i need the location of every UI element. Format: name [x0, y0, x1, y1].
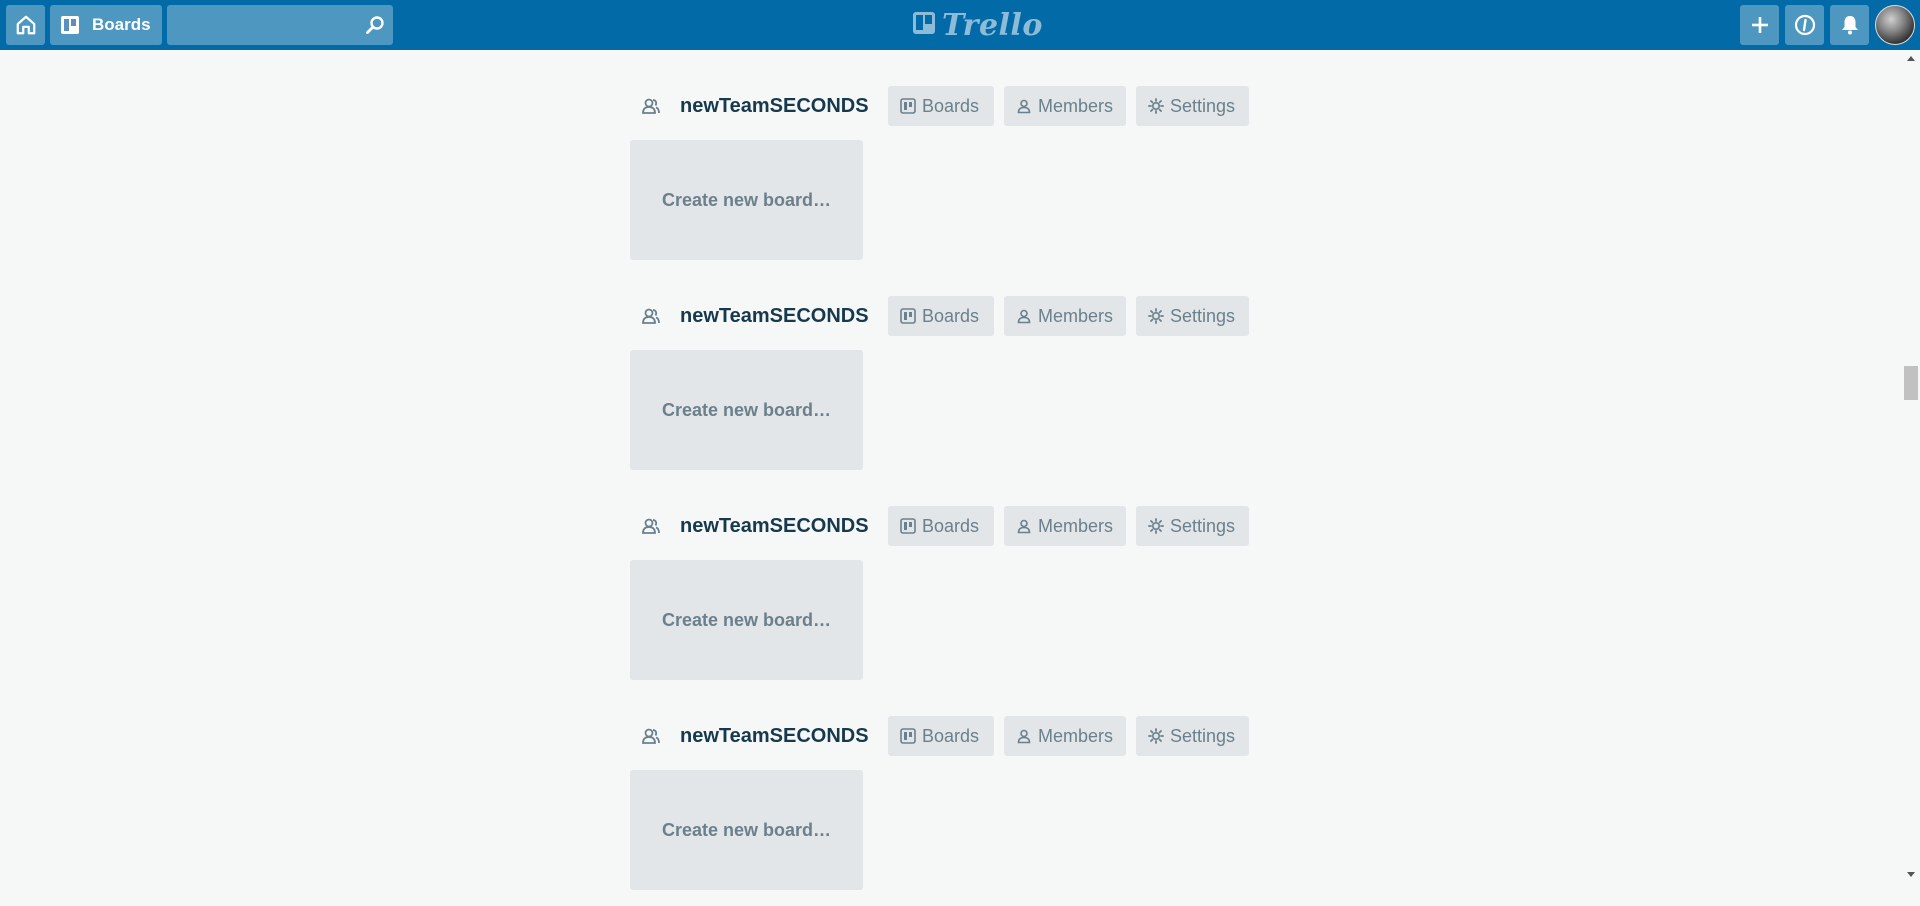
team-members-button[interactable]: Members [1004, 506, 1126, 546]
team-name[interactable]: newTeamSECONDS [680, 725, 869, 748]
team-section: newTeamSECONDS Boards Members Settings C… [630, 716, 1250, 906]
top-header: Boards Trello [0, 0, 1920, 50]
team-boards-button[interactable]: Boards [888, 506, 994, 546]
search-input[interactable] [167, 5, 357, 45]
board-icon [60, 15, 80, 35]
team-section: newTeamSECONDS Boards Members Settings C… [630, 296, 1250, 486]
team-icon [641, 726, 661, 751]
team-boards-button[interactable]: Boards [888, 296, 994, 336]
board-icon [900, 98, 916, 114]
team-name[interactable]: newTeamSECONDS [680, 305, 869, 328]
team-header: newTeamSECONDS Boards Members Settings [630, 506, 1250, 546]
create-new-board-tile[interactable]: Create new board… [630, 350, 863, 470]
teams-list: newTeamSECONDS Boards Members Settings C… [0, 50, 1902, 890]
create-button[interactable] [1740, 5, 1779, 45]
team-members-label: Members [1038, 515, 1114, 536]
team-settings-button[interactable]: Settings [1136, 716, 1249, 756]
trello-logo[interactable]: Trello [912, 7, 1043, 43]
team-icon [641, 516, 661, 541]
info-icon [1794, 14, 1816, 36]
team-settings-button[interactable]: Settings [1136, 296, 1249, 336]
team-boards-label: Boards [922, 515, 980, 536]
team-settings-label: Settings [1170, 515, 1236, 536]
team-icon [641, 306, 661, 331]
bell-icon [1840, 14, 1860, 36]
team-settings-label: Settings [1170, 95, 1236, 116]
scroll-down-arrow-icon[interactable] [1907, 872, 1915, 877]
board-icon [900, 308, 916, 324]
team-header: newTeamSECONDS Boards Members Settings [630, 86, 1250, 126]
gear-icon [1148, 308, 1164, 324]
team-section: newTeamSECONDS Boards Members Settings C… [630, 86, 1250, 276]
home-button[interactable] [6, 5, 45, 45]
team-section: newTeamSECONDS Boards Members Settings C… [630, 506, 1250, 696]
team-boards-label: Boards [922, 95, 980, 116]
gear-icon [1148, 728, 1164, 744]
team-name[interactable]: newTeamSECONDS [680, 515, 869, 538]
team-header: newTeamSECONDS Boards Members Settings [630, 716, 1250, 756]
board-icon [900, 518, 916, 534]
scrollbar-thumb[interactable] [1904, 366, 1918, 400]
team-members-label: Members [1038, 305, 1114, 326]
home-icon [15, 14, 37, 36]
notifications-button[interactable] [1830, 5, 1869, 45]
info-button[interactable] [1785, 5, 1824, 45]
team-header: newTeamSECONDS Boards Members Settings [630, 296, 1250, 336]
create-new-board-tile[interactable]: Create new board… [630, 770, 863, 890]
team-icon [641, 96, 661, 121]
team-settings-label: Settings [1170, 305, 1236, 326]
member-icon [1017, 309, 1031, 324]
board-icon [900, 728, 916, 744]
search-box[interactable] [167, 5, 393, 45]
boards-button-label: Boards [92, 15, 151, 34]
member-icon [1017, 519, 1031, 534]
trello-logo-icon [912, 11, 936, 40]
search-icon[interactable] [365, 15, 385, 40]
vertical-scrollbar[interactable] [1902, 50, 1920, 888]
team-settings-button[interactable]: Settings [1136, 86, 1249, 126]
team-members-button[interactable]: Members [1004, 296, 1126, 336]
create-new-board-tile[interactable]: Create new board… [630, 140, 863, 260]
team-boards-button[interactable]: Boards [888, 716, 994, 756]
team-boards-button[interactable]: Boards [888, 86, 994, 126]
plus-icon [1750, 15, 1770, 35]
team-boards-label: Boards [922, 305, 980, 326]
team-boards-label: Boards [922, 725, 980, 746]
create-new-board-tile[interactable]: Create new board… [630, 560, 863, 680]
team-members-label: Members [1038, 95, 1114, 116]
gear-icon [1148, 518, 1164, 534]
team-settings-button[interactable]: Settings [1136, 506, 1249, 546]
team-members-button[interactable]: Members [1004, 86, 1126, 126]
gear-icon [1148, 98, 1164, 114]
trello-logo-text: Trello [942, 7, 1043, 43]
team-name[interactable]: newTeamSECONDS [680, 95, 869, 118]
user-avatar[interactable] [1875, 5, 1915, 45]
boards-button[interactable]: Boards [50, 5, 162, 45]
team-settings-label: Settings [1170, 725, 1236, 746]
scroll-up-arrow-icon[interactable] [1907, 56, 1915, 61]
team-members-button[interactable]: Members [1004, 716, 1126, 756]
member-icon [1017, 729, 1031, 744]
team-members-label: Members [1038, 725, 1114, 746]
member-icon [1017, 99, 1031, 114]
